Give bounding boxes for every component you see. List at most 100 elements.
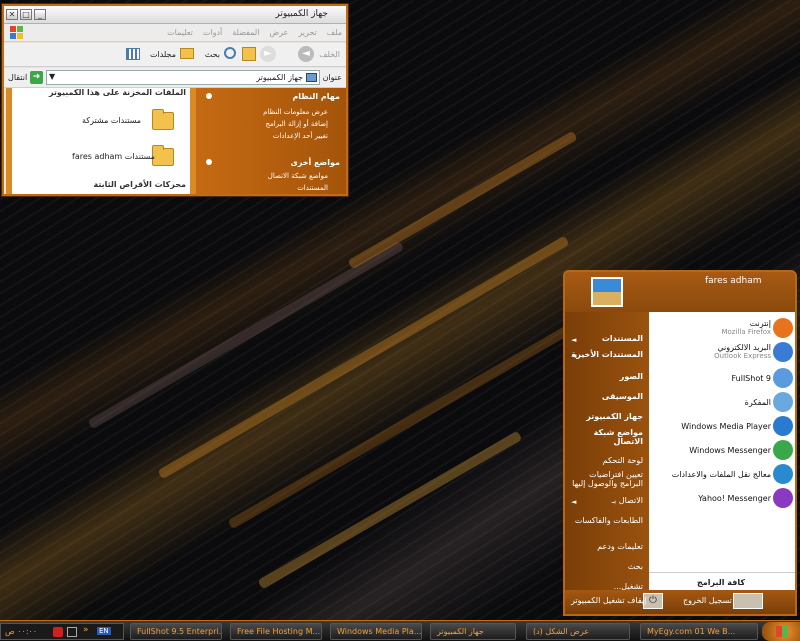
start-menu-header: fares adham: [565, 272, 795, 312]
network-icon[interactable]: [67, 627, 77, 637]
all-programs-label: كافة البرامج: [697, 578, 745, 587]
submenu-arrow-icon: ◄: [571, 498, 577, 506]
program-icon[interactable]: [773, 464, 793, 484]
program-item[interactable]: المفكرة: [651, 398, 771, 407]
back-arrow-icon[interactable]: ◄: [298, 46, 314, 62]
start-menu-footer: تسجيل الخروج ⏻ إيقاف تشغيل الكمبيوتر: [565, 590, 795, 614]
program-item[interactable]: البريد الالكتروني Outlook Express: [651, 343, 771, 360]
collapse-icon[interactable]: [206, 93, 212, 99]
wallpaper-streak: [257, 430, 523, 590]
program-item[interactable]: إنترنت Mozilla Firefox: [651, 319, 771, 336]
start-menu-programs: إنترنت Mozilla Firefox البريد الالكتروني Ou…: [649, 312, 795, 594]
program-icon[interactable]: [773, 392, 793, 412]
close-button[interactable]: ✕: [6, 9, 18, 20]
task-link[interactable]: عرض معلومات النظام: [263, 108, 328, 116]
menu-file[interactable]: ملف: [327, 28, 342, 37]
program-icon[interactable]: [773, 318, 793, 338]
program-icon[interactable]: [773, 368, 793, 388]
go-button[interactable]: انتقال: [8, 73, 27, 82]
start-place-item[interactable]: لوحة التحكم: [569, 456, 643, 465]
start-place-item[interactable]: جهاز الكمبيوتر: [569, 412, 643, 421]
program-label: إنترنت: [749, 319, 771, 328]
program-icon[interactable]: [773, 440, 793, 460]
start-place-item[interactable]: المستندات الأخيرة: [569, 350, 643, 359]
menu-help[interactable]: تعليمات: [167, 28, 193, 37]
menu-edit[interactable]: تحرير: [298, 28, 316, 37]
taskbar-task-button[interactable]: FullShot 9.5 Enterpri...: [130, 623, 222, 640]
menu-bar: ملف تحرير عرض المفضلة أدوات تعليمات: [4, 24, 346, 42]
program-icon[interactable]: [773, 416, 793, 436]
user-name: fares adham: [705, 276, 762, 286]
files-pane: الملفات المخزنة على هذا الكمبيوتر مستندا…: [6, 88, 196, 194]
system-tasks-title[interactable]: مهام النظام: [292, 92, 340, 101]
program-label: FullShot 9: [731, 374, 772, 383]
place-link[interactable]: المستندات: [297, 184, 328, 192]
start-place-item[interactable]: الطابعات والفاكسات: [569, 516, 643, 525]
logoff-icon[interactable]: [733, 593, 763, 609]
up-folder-icon[interactable]: [242, 47, 256, 61]
program-label: المفكرة: [744, 398, 771, 407]
dropdown-arrow-icon[interactable]: ▼: [49, 72, 55, 81]
place-link[interactable]: مواضع شبكة الاتصال: [268, 172, 328, 180]
program-icon[interactable]: [773, 488, 793, 508]
start-place-item[interactable]: بحث: [569, 562, 643, 571]
start-place-item[interactable]: مواضع شبكة الاتصال: [569, 428, 643, 446]
explorer-titlebar[interactable]: جهاز الكمبيوتر ✕ □ _: [4, 6, 346, 24]
start-menu-places: المستندات ◄ المستندات الأخيرة ◄ الصور الموسيق…: [565, 312, 649, 594]
start-menu: fares adham المستندات ◄ المستندات الأخيرة ◄…: [563, 270, 797, 616]
language-indicator[interactable]: EN: [97, 627, 111, 635]
task-link[interactable]: تغيير أحد الإعدادات: [273, 132, 328, 140]
start-place-item[interactable]: تعيين افتراضيات البرامج والوصول إليها: [569, 470, 643, 488]
shared-documents-folder-icon[interactable]: [152, 109, 174, 130]
user-documents-folder-icon[interactable]: [152, 145, 174, 166]
folders-button[interactable]: مجلدات: [150, 50, 176, 59]
explorer-window: جهاز الكمبيوتر ✕ □ _ ملف تحرير عرض المفض…: [2, 4, 348, 196]
fast-forward-icon[interactable]: »: [83, 625, 89, 635]
taskbar-task-button[interactable]: Free File Hosting M...: [230, 623, 322, 640]
folders-icon[interactable]: [180, 48, 194, 59]
shutdown-button[interactable]: إيقاف تشغيل الكمبيوتر: [571, 596, 646, 605]
antivirus-icon[interactable]: [53, 627, 63, 637]
back-button[interactable]: الخلف: [319, 50, 340, 59]
user-avatar[interactable]: [591, 277, 623, 307]
window-title: جهاز الكمبيوتر: [275, 9, 328, 19]
tasks-pane: مهام النظام عرض معلومات النظام إضافة أو …: [196, 88, 346, 194]
folder-label[interactable]: fares adham مستندات: [72, 152, 155, 161]
minimize-button[interactable]: _: [34, 9, 46, 20]
program-icon[interactable]: [773, 342, 793, 362]
explorer-content: الملفات المخزنة على هذا الكمبيوتر مستندا…: [4, 88, 346, 194]
address-input[interactable]: جهاز الكمبيوتر ▼: [46, 70, 320, 85]
forward-arrow-icon[interactable]: ►: [260, 46, 276, 62]
address-value: جهاز الكمبيوتر: [256, 73, 303, 82]
search-button[interactable]: بحث: [205, 50, 220, 59]
maximize-button[interactable]: □: [20, 9, 32, 20]
taskbar-task-button[interactable]: جهاز الكمبيوتر: [430, 623, 516, 640]
windows-logo-icon: [776, 626, 788, 637]
program-item[interactable]: معالج نقل الملفات والاعدادات: [651, 470, 771, 479]
start-place-item[interactable]: الصور: [569, 372, 643, 381]
program-item[interactable]: Windows Messenger: [651, 446, 771, 455]
menu-tools[interactable]: أدوات: [203, 28, 222, 37]
folder-label[interactable]: مستندات مشتركة: [82, 116, 141, 125]
menu-view[interactable]: عرض: [269, 28, 288, 37]
start-place-item[interactable]: المستندات: [569, 334, 643, 343]
start-place-item[interactable]: الاتصال بـ: [569, 496, 643, 505]
search-icon[interactable]: [224, 47, 236, 59]
task-link[interactable]: إضافة أو إزالة البرامج: [265, 120, 328, 128]
go-arrow-icon[interactable]: ➜: [30, 71, 43, 84]
views-icon[interactable]: [126, 48, 140, 60]
taskbar-task-button[interactable]: Windows Media Pla...: [330, 623, 422, 640]
taskbar-task-button[interactable]: عرض الشكل (د): [526, 623, 630, 640]
taskbar-task-button[interactable]: MyEgy.com 01 We B...: [640, 623, 758, 640]
program-item[interactable]: Windows Media Player: [651, 422, 771, 431]
menu-favorites[interactable]: المفضلة: [232, 28, 259, 37]
logoff-button[interactable]: تسجيل الخروج: [683, 596, 732, 605]
collapse-icon[interactable]: [206, 159, 212, 165]
program-item[interactable]: FullShot 9: [651, 374, 772, 383]
start-place-item[interactable]: الموسيقى: [569, 392, 643, 401]
start-button[interactable]: [762, 622, 800, 641]
clock[interactable]: ٠٠:٠٠ ص: [5, 627, 37, 636]
other-places-title[interactable]: مواضع أخرى: [290, 158, 340, 167]
program-item[interactable]: Yahoo! Messenger: [651, 494, 771, 503]
start-place-item[interactable]: تعليمات ودعم: [569, 542, 643, 551]
